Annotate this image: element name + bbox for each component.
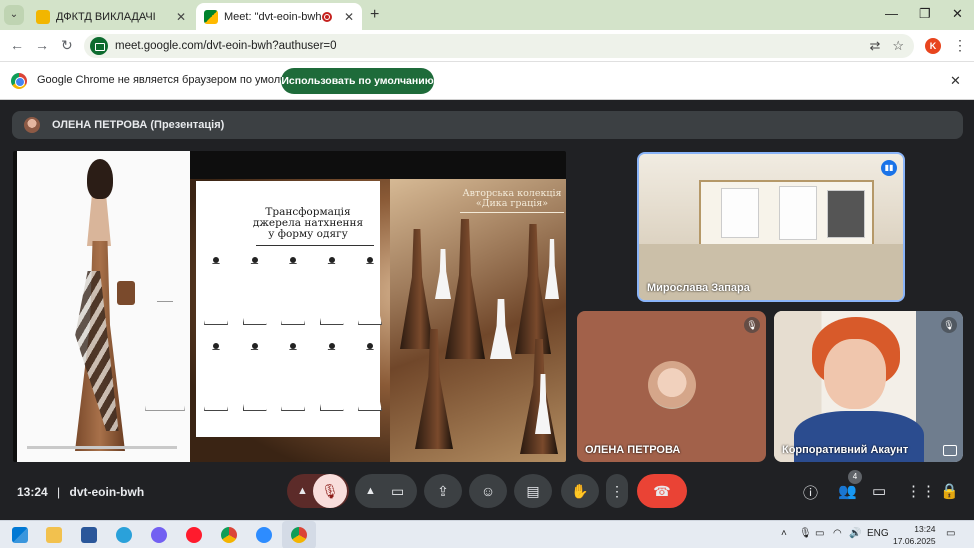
tray-date: 17.06.2025 (893, 536, 936, 546)
site-info-icon[interactable] (90, 37, 108, 55)
chrome-logo-icon (11, 73, 27, 89)
presentation-header: ОЛЕНА ПЕТРОВА (Презентація) (12, 111, 963, 139)
meet-controls: 13:24 | dvt-eoin-bwh ▲ 🎙 ▲ ▭ ⇪ ☺ ▤ ✋ ⋮ ☎… (0, 470, 974, 520)
close-tab-icon[interactable]: ✕ (344, 10, 354, 24)
close-tab-icon[interactable]: ✕ (176, 10, 186, 24)
new-tab-button[interactable]: + (370, 6, 379, 24)
meeting-code: dvt-eoin-bwh (69, 485, 145, 499)
back-icon[interactable]: ← (10, 37, 24, 53)
camera-icon[interactable]: ▭ (391, 474, 404, 508)
close-infobar-icon[interactable]: ✕ (950, 73, 961, 89)
tray-overflow-icon[interactable]: ˄ (781, 528, 787, 539)
translate-icon[interactable]: ⇄ (869, 38, 880, 54)
close-window-icon[interactable]: ✕ (952, 6, 963, 22)
start-icon[interactable] (12, 527, 28, 543)
tray-clock[interactable]: 13:24 17.06.2025 (893, 523, 936, 547)
chrome-profile-icon[interactable] (291, 527, 307, 543)
meeting-time: 13:24 (17, 485, 48, 499)
host-controls-icon[interactable]: 🔒 (940, 482, 959, 500)
activities-icon[interactable]: ⋮⋮ (906, 482, 936, 500)
participant-tile-corporate[interactable]: 🎙 Корпоративний Акаунт (774, 311, 963, 462)
forward-icon[interactable]: → (35, 37, 49, 53)
sketch-sheet: Трансформація джерела натхнення у форму … (196, 181, 382, 437)
present-screen-button[interactable]: ⇪ (424, 474, 462, 508)
participant-name: Мирослава Запара (647, 282, 750, 294)
recording-icon (321, 11, 332, 22)
infobar-message: Google Chrome не является браузером по у… (37, 74, 316, 86)
tab-dfktd[interactable]: ДФКТД ВИКЛАДАЧІ ✕ (28, 3, 194, 30)
classroom-favicon-icon (36, 9, 50, 24)
people-icon[interactable]: 👥 (838, 482, 857, 500)
url-text: meet.google.com/dvt-eoin-bwh?authuser=0 (115, 40, 337, 52)
tab-strip: ⌄ ДФКТД ВИКЛАДАЧІ ✕ Meet: "dvt-eoin-bwh"… (0, 0, 974, 30)
speaking-indicator-icon: ▮▮ (881, 160, 897, 176)
chrome-icon[interactable] (221, 527, 237, 543)
profile-avatar[interactable]: K (925, 38, 941, 54)
presenter-avatar (24, 117, 40, 133)
participant-name: ОЛЕНА ПЕТРОВА (585, 444, 681, 456)
mic-muted-button[interactable]: 🎙 (313, 474, 347, 508)
presenter-label: ОЛЕНА ПЕТРОВА (Презентація) (52, 119, 225, 131)
reload-icon[interactable]: ↻ (61, 37, 73, 54)
camera-control[interactable]: ▲ ▭ (355, 474, 417, 508)
volume-icon[interactable]: 🔊 (849, 528, 861, 539)
set-default-button[interactable]: Использовать по умолчанию (281, 68, 434, 94)
browser-menu-icon[interactable]: ⋮ (953, 37, 967, 54)
word-icon[interactable] (81, 527, 97, 543)
viber-icon[interactable] (151, 527, 167, 543)
language-indicator[interactable]: ENG (867, 528, 889, 539)
chat-icon[interactable]: ▭ (872, 482, 886, 500)
opera-icon[interactable] (186, 527, 202, 543)
end-call-button[interactable]: ☎ (637, 474, 687, 508)
participant-name: Корпоративний Акаунт (782, 444, 909, 456)
more-options-button[interactable]: ⋮ (606, 474, 628, 508)
collection-collage-image: Трансформація джерела натхнення у форму … (190, 179, 566, 462)
tab-search-button[interactable]: ⌄ (4, 5, 24, 25)
restore-icon[interactable]: ❐ (919, 6, 931, 22)
participant-tile-olena[interactable]: 🎙 ОЛЕНА ПЕТРОВА (577, 311, 766, 462)
wifi-icon[interactable]: ◠ (833, 528, 842, 539)
tray-time: 13:24 (914, 524, 936, 534)
slide-right-title: Авторська колекція «Дика грація» (460, 189, 564, 213)
zoom-icon[interactable] (256, 527, 272, 543)
bookmark-star-icon[interactable]: ☆ (892, 38, 904, 54)
browser-toolbar: ← → ↻ meet.google.com/dvt-eoin-bwh?authu… (0, 30, 974, 62)
participant-tile-myroslava[interactable]: ▮▮ Мирослава Запара (637, 152, 905, 302)
picture-in-picture-icon[interactable] (943, 445, 957, 456)
mic-muted-icon: 🎙 (744, 317, 760, 333)
notifications-icon[interactable]: ▭ (946, 528, 955, 539)
microphone-tray-icon[interactable]: 🎙 (799, 528, 812, 539)
default-browser-infobar: Google Chrome не является браузером по у… (0, 62, 974, 100)
file-explorer-icon[interactable] (46, 527, 62, 543)
captions-button[interactable]: ▤ (514, 474, 552, 508)
camera-options-chevron-icon[interactable]: ▲ (365, 474, 376, 508)
fashion-sketch-image (17, 151, 190, 462)
windows-taskbar: ˄ 🎙 ▭ ◠ 🔊 ENG 13:24 17.06.2025 ▭ (0, 520, 974, 548)
presentation-slide: Трансформація джерела натхнення у форму … (13, 151, 566, 462)
tab-title: Meet: "dvt-eoin-bwh" (224, 10, 322, 23)
battery-icon[interactable]: ▭ (815, 528, 824, 539)
raise-hand-button[interactable]: ✋ (561, 474, 599, 508)
mic-control[interactable]: ▲ 🎙 (287, 474, 349, 508)
meet-stage: ОЛЕНА ПЕТРОВА (Презентація) Трансформаці… (0, 100, 974, 520)
minimize-icon[interactable]: — (885, 6, 898, 21)
address-bar[interactable]: meet.google.com/dvt-eoin-bwh?authuser=0 … (84, 34, 914, 58)
participant-avatar (648, 361, 696, 409)
tab-meet[interactable]: Meet: "dvt-eoin-bwh" ✕ (196, 3, 362, 30)
telegram-icon[interactable] (116, 527, 132, 543)
tab-title: ДФКТД ВИКЛАДАЧІ (56, 10, 156, 23)
meet-favicon-icon (204, 9, 218, 24)
mic-muted-icon: 🎙 (941, 317, 957, 333)
mic-options-chevron-icon[interactable]: ▲ (297, 474, 308, 508)
meeting-details-icon[interactable]: ⓘ (803, 482, 818, 503)
emoji-reaction-button[interactable]: ☺ (469, 474, 507, 508)
meeting-info: 13:24 | dvt-eoin-bwh (17, 485, 145, 499)
slide-left-title: Трансформація джерела натхнення у форму … (252, 206, 364, 240)
